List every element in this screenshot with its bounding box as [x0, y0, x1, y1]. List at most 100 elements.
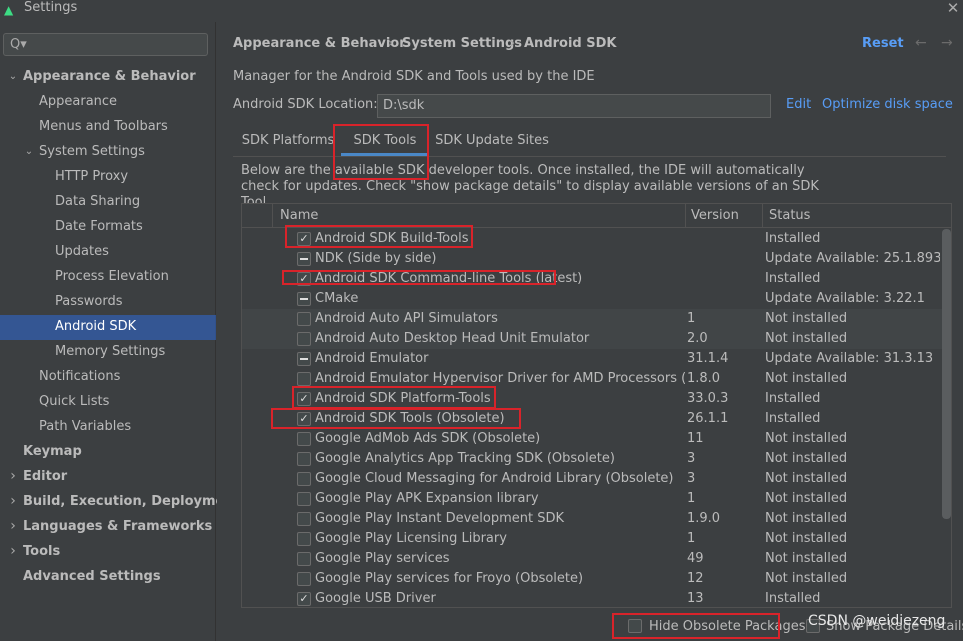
row-checkbox[interactable] — [297, 472, 311, 486]
sidebar-item-memory-settings[interactable]: Memory Settings — [55, 339, 165, 364]
edit-link[interactable]: Edit — [786, 96, 811, 114]
row-name: Google Play services — [315, 551, 450, 566]
sidebar-item-languages-frameworks[interactable]: Languages & Frameworks — [23, 514, 212, 539]
sdk-location-label: Android SDK Location: — [233, 97, 378, 112]
row-version: 13 — [687, 591, 704, 606]
table-row[interactable]: Google Play services for Froyo (Obsolete… — [242, 569, 942, 589]
row-version: 1.9.0 — [687, 511, 721, 526]
row-checkbox[interactable] — [297, 332, 311, 346]
row-checkbox[interactable] — [297, 552, 311, 566]
row-status: Not installed — [765, 431, 848, 446]
row-version: 3 — [687, 451, 696, 466]
row-status: Not installed — [765, 451, 848, 466]
chevron-right-icon[interactable]: › — [7, 514, 19, 539]
optimize-disk-space-link[interactable]: Optimize disk space — [822, 96, 953, 114]
table-row[interactable]: Google Play services 49 Not installed — [242, 549, 942, 569]
chevron-right-icon[interactable]: › — [7, 489, 19, 514]
chevron-right-icon[interactable]: › — [7, 539, 19, 564]
sidebar-item-system-settings[interactable]: System Settings — [39, 139, 145, 164]
row-checkbox[interactable] — [297, 532, 311, 546]
sidebar-item-build-execution-deployment[interactable]: Build, Execution, Deployment — [23, 489, 240, 514]
sidebar-item-android-sdk[interactable]: Android SDK — [55, 314, 136, 339]
sidebar-item-tools[interactable]: Tools — [23, 539, 60, 564]
row-status: Not installed — [765, 471, 848, 486]
breadcrumb-separator: › — [510, 36, 516, 51]
watermark: CSDN @weidiezeng — [808, 613, 946, 629]
row-checkbox[interactable] — [297, 292, 311, 306]
table-row[interactable]: Google Analytics App Tracking SDK (Obsol… — [242, 449, 942, 469]
table-row[interactable]: Google Play Instant Development SDK 1.9.0… — [242, 509, 942, 529]
table-row[interactable]: Android Emulator 31.1.4 Update Available: … — [242, 349, 942, 369]
table-row[interactable]: Google Cloud Messaging for Android Libra… — [242, 469, 942, 489]
row-status: Update Available: 31.3.13 — [765, 351, 934, 366]
sidebar-item-keymap[interactable]: Keymap — [23, 439, 82, 464]
row-checkbox[interactable] — [297, 452, 311, 466]
breadcrumb-system-settings[interactable]: System Settings — [402, 35, 522, 53]
row-status: Not installed — [765, 551, 848, 566]
annotation-box-build-tools — [285, 225, 473, 248]
row-checkbox[interactable] — [297, 512, 311, 526]
row-checkbox[interactable] — [297, 352, 311, 366]
sidebar-item-quick-lists[interactable]: Quick Lists — [39, 389, 109, 414]
sidebar-item-notifications[interactable]: Notifications — [39, 364, 120, 389]
vertical-scrollbar[interactable] — [942, 229, 951, 519]
sidebar-item-updates[interactable]: Updates — [55, 239, 109, 264]
sidebar-item-path-variables[interactable]: Path Variables — [39, 414, 131, 439]
search-input[interactable]: Q▾ — [3, 33, 208, 56]
table-row[interactable]: Google Play APK Expansion library 1 Not in… — [242, 489, 942, 509]
row-checkbox[interactable] — [297, 492, 311, 506]
row-name: Android Auto Desktop Head Unit Emulator — [315, 331, 590, 346]
row-version: 3 — [687, 471, 696, 486]
sidebar-item-appearance[interactable]: Appearance — [39, 89, 117, 114]
window-title: Settings — [24, 0, 78, 15]
table-row[interactable]: NDK (Side by side) Update Available: 25.1… — [242, 249, 942, 269]
row-status: Installed — [765, 411, 821, 426]
tab-sdk-update-sites[interactable]: SDK Update Sites — [435, 126, 549, 156]
table-row[interactable]: CMake Update Available: 3.22.1 — [242, 289, 942, 309]
row-name: Google Analytics App Tracking SDK (Obsol… — [315, 451, 615, 466]
tab-sdk-platforms[interactable]: SDK Platforms — [241, 126, 335, 156]
row-checkbox[interactable] — [297, 312, 311, 326]
row-status: Not installed — [765, 571, 848, 586]
row-checkbox[interactable] — [297, 252, 311, 266]
sidebar-item-http-proxy[interactable]: HTTP Proxy — [55, 164, 128, 189]
reset-button[interactable]: Reset — [862, 35, 904, 53]
arrow-right-icon[interactable]: → — [941, 34, 953, 52]
row-status: Installed — [765, 591, 821, 606]
row-status: Not installed — [765, 371, 848, 386]
sdk-manager-description: Manager for the Android SDK and Tools us… — [233, 69, 595, 84]
row-name: Google Cloud Messaging for Android Libra… — [315, 471, 674, 486]
sdk-location-field[interactable]: D:\sdk — [377, 94, 771, 118]
sidebar-item-advanced-settings[interactable]: Advanced Settings — [23, 564, 161, 589]
sidebar-item-process-elevation[interactable]: Process Elevation — [55, 264, 169, 289]
row-version: 12 — [687, 571, 704, 586]
column-header-version[interactable]: Version — [691, 204, 739, 228]
row-status: Not installed — [765, 491, 848, 506]
sidebar-item-date-formats[interactable]: Date Formats — [55, 214, 143, 239]
row-checkbox[interactable] — [297, 372, 311, 386]
row-checkbox[interactable] — [297, 432, 311, 446]
sidebar-item-editor[interactable]: Editor — [23, 464, 67, 489]
sidebar-item-passwords[interactable]: Passwords — [55, 289, 123, 314]
row-checkbox[interactable] — [297, 572, 311, 586]
sidebar-item-data-sharing[interactable]: Data Sharing — [55, 189, 140, 214]
row-checkbox[interactable]: ✓ — [297, 592, 311, 606]
row-name: Google AdMob Ads SDK (Obsolete) — [315, 431, 541, 446]
chevron-down-icon[interactable]: ⌄ — [7, 64, 19, 89]
row-status: Not installed — [765, 531, 848, 546]
close-icon[interactable]: ✕ — [944, 0, 962, 16]
table-row[interactable]: Google AdMob Ads SDK (Obsolete) 11 Not ins… — [242, 429, 942, 449]
table-row[interactable]: Android Auto API Simulators 1 Not installe… — [242, 309, 942, 329]
chevron-right-icon[interactable]: › — [7, 464, 19, 489]
arrow-left-icon[interactable]: ← — [915, 34, 927, 52]
table-row[interactable]: Android Auto Desktop Head Unit Emulator 2… — [242, 329, 942, 349]
breadcrumb-android-sdk: Android SDK — [524, 36, 617, 51]
column-header-status[interactable]: Status — [769, 204, 810, 228]
table-row[interactable]: ✓ Google USB Driver 13 Installed — [242, 589, 942, 607]
column-divider — [762, 204, 763, 228]
table-row[interactable]: Google Play Licensing Library 1 Not instal… — [242, 529, 942, 549]
sidebar-item-menus-and-toolbars[interactable]: Menus and Toolbars — [39, 114, 168, 139]
sidebar-item-appearance-behavior[interactable]: Appearance & Behavior — [23, 64, 196, 89]
breadcrumb-appearance-behavior[interactable]: Appearance & Behavior — [233, 35, 406, 53]
chevron-down-icon[interactable]: ⌄ — [23, 139, 35, 164]
